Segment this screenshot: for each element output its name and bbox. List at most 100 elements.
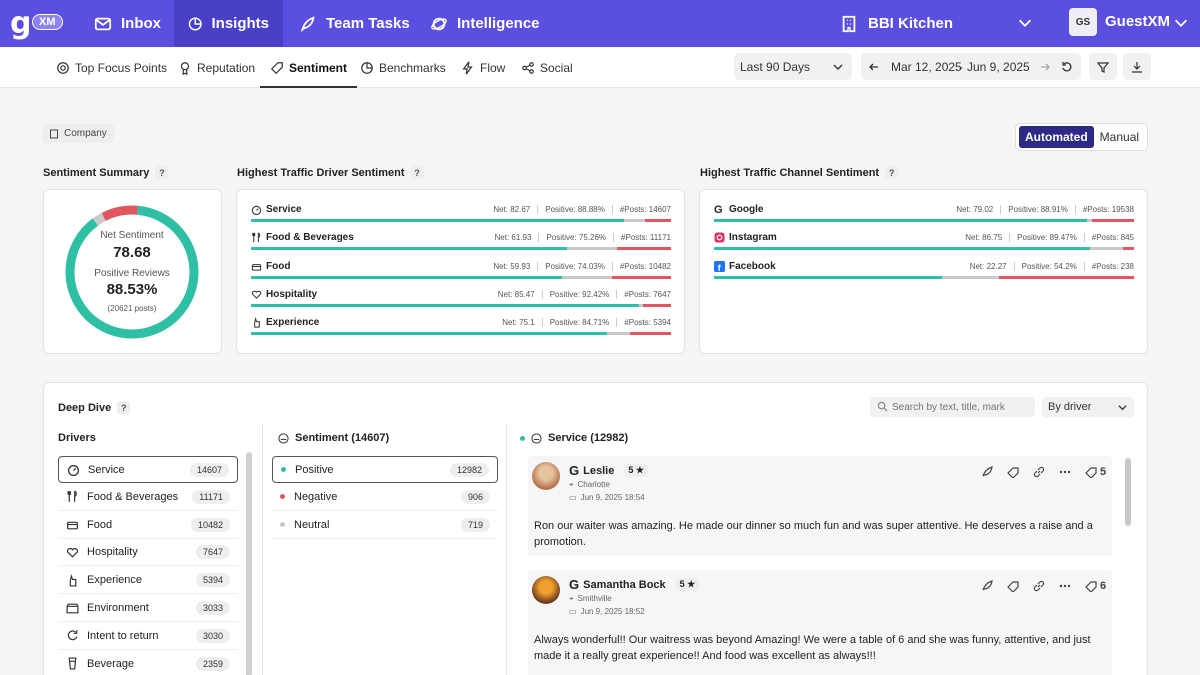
rocket-icon[interactable] [981,466,993,478]
driver-sentiment-bar [251,303,671,307]
tab-reputation[interactable]: Reputation [178,47,255,88]
svg-text:G: G [714,204,723,215]
tab-flow[interactable]: Flow [461,47,505,88]
download-button[interactable] [1123,53,1151,80]
tab-social[interactable]: Social [521,47,573,88]
reset-icon[interactable] [1061,61,1073,73]
stat-pos: Positive: 84.71% [550,318,618,328]
date-separator: - [959,59,963,74]
more-icon[interactable] [1059,466,1071,478]
sentiment-list-item[interactable]: Positive 12982 [272,456,498,483]
review-card[interactable]: G Samantha Bock 5 ★ ⌖ Smithville ▭ Jun 9, 2025… [528,570,1112,675]
avatar[interactable]: GS [1069,8,1097,36]
search-input[interactable] [892,399,1030,415]
driver-list-item[interactable]: Environment 3033 [58,595,238,622]
driver-count-badge: 10482 [190,517,230,532]
help-icon[interactable]: ? [410,166,424,179]
calendar-icon: ▭ [569,493,577,502]
sentiment-name: Neutral [294,518,330,531]
nav-insights[interactable]: Insights [174,0,283,47]
channel-stats: Net: 22.27 Positive: 54.2% #Posts: 238 [970,261,1134,271]
driver-list-item[interactable]: Food & Beverages 11171 [58,484,238,511]
driver-label: Food & Beverages [251,232,354,243]
channel-row[interactable]: Instagram Net: 86.75 Positive: 89.47% #Post… [714,231,1134,259]
pin-icon: ⌖ [569,594,574,603]
channel-row[interactable]: f Facebook Net: 22.27 Positive: 54.2% #Posts… [714,260,1134,288]
channel-label: f Facebook [714,260,776,272]
driver-row[interactable]: Food Net: 59.93 Positive: 74.03% #Posts: 10… [251,260,671,288]
manual-option[interactable]: Manual [1100,130,1139,144]
driver-row[interactable]: Hospitality Net: 85.47 Positive: 92.42% #Po… [251,288,671,316]
scope-chip[interactable]: Company [42,124,114,143]
drivers-scrollbar[interactable] [246,452,252,675]
driver-row[interactable]: Food & Beverages Net: 61.93 Positive: 75.2… [251,231,671,259]
review-author[interactable]: Samantha Bock [583,579,666,591]
rocket-icon[interactable] [981,580,993,592]
bar-segment-positive [251,303,640,307]
tab-benchmarks[interactable]: Benchmarks [360,47,446,88]
tag-icon [1085,581,1097,592]
help-icon[interactable]: ? [885,166,899,179]
tags-count[interactable]: 5 [1085,466,1106,478]
more-icon[interactable] [1059,580,1071,592]
tag-icon[interactable] [1007,466,1019,478]
driver-count-badge: 11171 [192,489,230,504]
driver-sentiment-bar [251,275,671,279]
driver-list-item[interactable]: Experience 5394 [58,567,238,595]
arrow-right-icon[interactable] [1039,61,1051,73]
driver-list-item[interactable]: Service 14607 [58,456,238,483]
posts-scrollbar[interactable] [1125,458,1131,526]
sentiment-list-item[interactable]: Neutral 719 [272,512,498,539]
review-location: ⌖ Smithville [569,594,612,603]
column-divider [262,425,263,675]
tag-icon[interactable] [1007,580,1019,592]
driver-list-item[interactable]: Beverage 2359 [58,651,238,675]
driver-list-item[interactable]: Intent to return 3030 [58,623,238,650]
chevron-down-icon[interactable] [1172,14,1190,32]
nav-inbox[interactable]: Inbox [80,0,175,47]
link-icon[interactable] [1033,466,1045,478]
rocket-icon [300,15,315,32]
nav-intelligence[interactable]: Intelligence [416,0,554,47]
driver-row[interactable]: Experience Net: 75.1 Positive: 84.71% #Post… [251,316,671,344]
driver-list-item[interactable]: Hospitality 7647 [58,539,238,567]
gxm-logo[interactable]: g XM [8,6,64,41]
filter-button[interactable] [1089,53,1117,80]
driver-icon [67,547,78,558]
search-box [870,397,1035,417]
user-name[interactable]: GuestXM [1105,13,1170,30]
review-author[interactable]: Leslie [583,465,614,477]
review-card[interactable]: G Leslie 5 ★ ⌖ Charlotte ▭ Jun 9, 2025 18:54 5 R… [528,456,1112,556]
chevron-down-icon[interactable] [1016,14,1034,32]
arrow-left-icon[interactable] [868,61,880,73]
driver-icon [69,573,77,587]
sentiment-list-item[interactable]: Negative 906 [272,484,498,511]
sentiment-dot [280,494,285,500]
driver-name: Experience [87,574,143,587]
tab-top-focus-points[interactable]: Top Focus Points [56,47,167,88]
column-divider [506,425,507,675]
driver-list-item[interactable]: Food 10482 [58,512,238,539]
orbit-icon [431,17,447,30]
top-navbar: g XM Inbox Insights Team Tasks Intellige… [0,0,1200,47]
location-selector[interactable]: BBI Kitchen [840,0,953,47]
tags-count[interactable]: 6 [1085,580,1106,592]
channel-sentiment-bar [714,219,1134,222]
stat-pos: Positive: 54.2% [1022,261,1085,271]
driver-sentiment-bar [251,219,671,222]
review-date: ▭ Jun 9, 2025 18:52 [569,607,645,616]
channel-row[interactable]: G Google Net: 79.02 Positive: 88.91% #Posts:… [714,203,1134,231]
driver-label: Service [251,204,302,215]
group-by-select[interactable]: By driver [1042,397,1134,417]
date-range-picker[interactable]: Mar 12, 2025 - Jun 9, 2025 [861,53,1081,80]
automated-option[interactable]: Automated [1019,126,1094,148]
driver-row[interactable]: Service Net: 82.67 Positive: 88.88% #Posts:… [251,203,671,231]
help-icon[interactable]: ? [117,401,131,414]
tab-sentiment[interactable]: Sentiment [259,47,358,88]
nav-team-tasks[interactable]: Team Tasks [285,0,424,47]
link-icon[interactable] [1033,580,1045,592]
search-icon [877,401,888,412]
help-icon[interactable]: ? [155,166,169,179]
date-range-select[interactable]: Last 90 Days [734,53,852,80]
channel-label: Instagram [714,232,777,243]
